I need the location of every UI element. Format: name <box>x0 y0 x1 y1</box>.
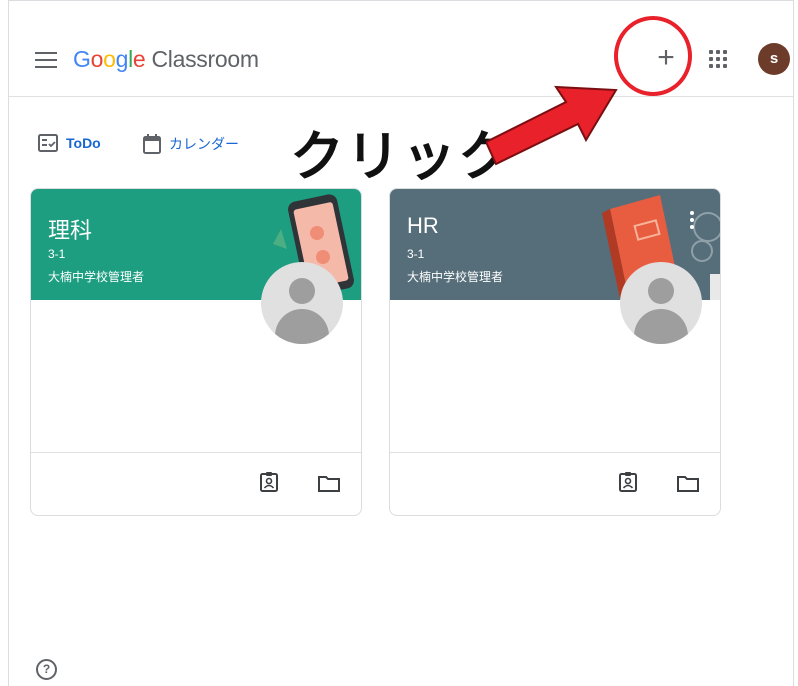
class-owner: 大楠中学校管理者 <box>48 270 145 284</box>
todo-link[interactable]: ToDo <box>38 134 101 152</box>
class-card-science[interactable]: 理科 3-1 大楠中学校管理者 <box>30 188 362 516</box>
apps-grid-icon[interactable] <box>709 50 727 68</box>
card-divider <box>390 452 720 453</box>
calendar-label: カレンダー <box>169 136 239 152</box>
folder-icon[interactable] <box>318 474 340 492</box>
click-annotation-text: クリック <box>290 125 514 188</box>
todo-label: ToDo <box>66 135 101 151</box>
assignment-icon[interactable] <box>619 472 637 492</box>
logo-classroom: Classroom <box>151 46 260 72</box>
help-icon[interactable]: ? <box>36 659 57 680</box>
logo-google: Google <box>73 46 146 72</box>
todo-list-icon <box>38 134 58 152</box>
folder-icon[interactable] <box>677 474 699 492</box>
class-owner: 大楠中学校管理者 <box>407 270 504 284</box>
more-options-icon[interactable] <box>690 211 694 232</box>
calendar-link[interactable]: カレンダー <box>143 134 239 154</box>
teacher-avatar <box>620 262 702 344</box>
class-card-hr[interactable]: HR 3-1 大楠中学校管理者 <box>389 188 721 516</box>
red-arrow-icon <box>486 85 618 166</box>
teacher-avatar <box>261 262 343 344</box>
calendar-icon <box>143 134 161 154</box>
class-section: 3-1 <box>48 247 66 261</box>
hamburger-icon[interactable] <box>35 52 57 68</box>
card-divider <box>31 452 361 453</box>
account-avatar[interactable]: s <box>758 43 790 75</box>
assignment-icon[interactable] <box>260 472 278 492</box>
class-section: 3-1 <box>407 247 425 261</box>
class-title[interactable]: 理科 <box>48 213 92 245</box>
class-title[interactable]: HR <box>407 213 439 239</box>
app-logo[interactable]: Google Classroom <box>73 46 259 73</box>
